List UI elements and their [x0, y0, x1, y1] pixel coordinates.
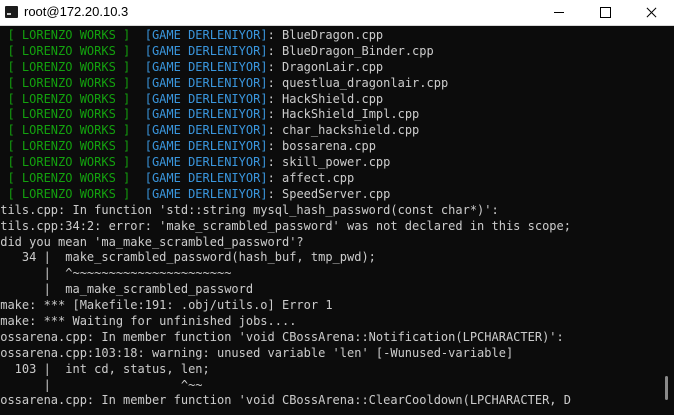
action-tag: [GAME DERLENIYOR]: [130, 91, 268, 106]
terminal-line: [ LORENZO WORKS ] [GAME DERLENIYOR]: aff…: [0, 171, 571, 187]
terminal-line: [ LORENZO WORKS ] [GAME DERLENIYOR]: Hac…: [0, 107, 571, 123]
close-icon[interactable]: [628, 0, 674, 25]
line-text: : bossarena.cpp: [267, 139, 376, 154]
terminal-line: bossarena.cpp: In member function 'void …: [0, 393, 571, 409]
action-tag: [GAME DERLENIYOR]: [130, 186, 268, 201]
action-tag: [GAME DERLENIYOR]: [130, 123, 268, 138]
line-text: utils.cpp: In function 'std::string mysq…: [0, 202, 499, 217]
title-bar[interactable]: root@172.20.10.3: [0, 0, 674, 26]
line-text: : BlueDragon_Binder.cpp: [267, 43, 434, 58]
status-tag: [ LORENZO WORKS ]: [0, 59, 131, 74]
terminal-line: | ma_make_scrambled_password: [0, 282, 571, 298]
line-text: | ^~~~~~~~~~~~~~~~~~~~~~~: [0, 266, 232, 281]
line-text: : HackShield_Impl.cpp: [267, 107, 420, 122]
window-title: root@172.20.10.3: [24, 4, 129, 19]
action-tag: [GAME DERLENIYOR]: [130, 28, 268, 42]
terminal-line: [ LORENZO WORKS ] [GAME DERLENIYOR]: cha…: [0, 123, 571, 139]
line-text: did you mean 'ma_make_scrambled_password…: [0, 234, 304, 249]
line-text: | ^~~: [0, 377, 203, 392]
terminal-line: | ^~~~~~~~~~~~~~~~~~~~~~~: [0, 266, 571, 282]
line-text: : skill_power.cpp: [267, 155, 391, 170]
line-text: : affect.cpp: [267, 171, 355, 186]
line-text: : DragonLair.cpp: [267, 59, 384, 74]
status-tag: [ LORENZO WORKS ]: [0, 28, 131, 42]
line-text: bossarena.cpp:103:18: warning: unused va…: [0, 345, 514, 360]
line-text: bossarena.cpp: In member function 'void …: [0, 393, 571, 408]
status-tag: [ LORENZO WORKS ]: [0, 155, 131, 170]
terminal-line: [ LORENZO WORKS ] [GAME DERLENIYOR]: Hac…: [0, 92, 571, 108]
action-tag: [GAME DERLENIYOR]: [130, 43, 268, 58]
terminal-lines: [ LORENZO WORKS ] [GAME DERLENIYOR]: Blu…: [0, 28, 571, 409]
terminal-window: root@172.20.10.3 [ LORENZO WORKS ] [GAME…: [0, 0, 674, 415]
action-tag: [GAME DERLENIYOR]: [130, 107, 268, 122]
terminal-line: [ LORENZO WORKS ] [GAME DERLENIYOR]: Blu…: [0, 44, 571, 60]
terminal-line: 103 | int cd, status, len;: [0, 362, 571, 378]
terminal-line: 34 | make_scrambled_password(hash_buf, t…: [0, 250, 571, 266]
status-tag: [ LORENZO WORKS ]: [0, 139, 131, 154]
maximize-icon[interactable]: [582, 0, 628, 25]
terminal-line: [ LORENZO WORKS ] [GAME DERLENIYOR]: bos…: [0, 139, 571, 155]
line-text: bossarena.cpp: In member function 'void …: [0, 329, 564, 344]
vertical-scrollbar[interactable]: [660, 26, 674, 415]
status-tag: [ LORENZO WORKS ]: [0, 43, 131, 58]
action-tag: [GAME DERLENIYOR]: [130, 171, 268, 186]
line-text: : char_hackshield.cpp: [267, 123, 420, 138]
minimize-icon[interactable]: [536, 0, 582, 25]
terminal-line: | ^~~: [0, 378, 571, 394]
terminal-line: [ LORENZO WORKS ] [GAME DERLENIYOR]: Spe…: [0, 187, 571, 203]
terminal-icon: [5, 6, 18, 18]
terminal-line: [ LORENZO WORKS ] [GAME DERLENIYOR]: que…: [0, 76, 571, 92]
status-tag: [ LORENZO WORKS ]: [0, 107, 131, 122]
action-tag: [GAME DERLENIYOR]: [130, 155, 268, 170]
terminal-output[interactable]: [ LORENZO WORKS ] [GAME DERLENIYOR]: Blu…: [0, 26, 660, 415]
line-text: : HackShield.cpp: [267, 91, 384, 106]
terminal-line: bossarena.cpp: In member function 'void …: [0, 330, 571, 346]
line-text: 34 | make_scrambled_password(hash_buf, t…: [0, 250, 376, 265]
terminal-line: [ LORENZO WORKS ] [GAME DERLENIYOR]: Dra…: [0, 60, 571, 76]
line-text: 103 | int cd, status, len;: [0, 361, 210, 376]
action-tag: [GAME DERLENIYOR]: [130, 139, 268, 154]
terminal-line: [ LORENZO WORKS ] [GAME DERLENIYOR]: Blu…: [0, 28, 571, 44]
status-tag: [ LORENZO WORKS ]: [0, 91, 131, 106]
line-text: | ma_make_scrambled_password: [0, 282, 254, 297]
status-tag: [ LORENZO WORKS ]: [0, 186, 131, 201]
status-tag: [ LORENZO WORKS ]: [0, 171, 131, 186]
line-text: gmake: *** [Makefile:191: .obj/utils.o] …: [0, 298, 333, 313]
terminal-line: utils.cpp:34:2: error: 'make_scrambled_p…: [0, 219, 571, 235]
terminal-line: gmake: *** Waiting for unfinished jobs..…: [0, 314, 571, 330]
line-text: gmake: *** Waiting for unfinished jobs..…: [0, 314, 297, 329]
line-text: : questlua_dragonlair.cpp: [267, 75, 449, 90]
action-tag: [GAME DERLENIYOR]: [130, 75, 268, 90]
terminal-line: [ LORENZO WORKS ] [GAME DERLENIYOR]: ski…: [0, 155, 571, 171]
action-tag: [GAME DERLENIYOR]: [130, 59, 268, 74]
terminal-line: bossarena.cpp:103:18: warning: unused va…: [0, 346, 571, 362]
status-tag: [ LORENZO WORKS ]: [0, 75, 131, 90]
line-text: : SpeedServer.cpp: [267, 186, 391, 201]
scrollbar-thumb[interactable]: [665, 376, 668, 400]
terminal-line: utils.cpp: In function 'std::string mysq…: [0, 203, 571, 219]
status-tag: [ LORENZO WORKS ]: [0, 123, 131, 138]
line-text: : BlueDragon.cpp: [267, 28, 384, 42]
line-text: utils.cpp:34:2: error: 'make_scrambled_p…: [0, 218, 571, 233]
terminal-line: did you mean 'ma_make_scrambled_password…: [0, 235, 571, 251]
terminal-line: gmake: *** [Makefile:191: .obj/utils.o] …: [0, 298, 571, 314]
